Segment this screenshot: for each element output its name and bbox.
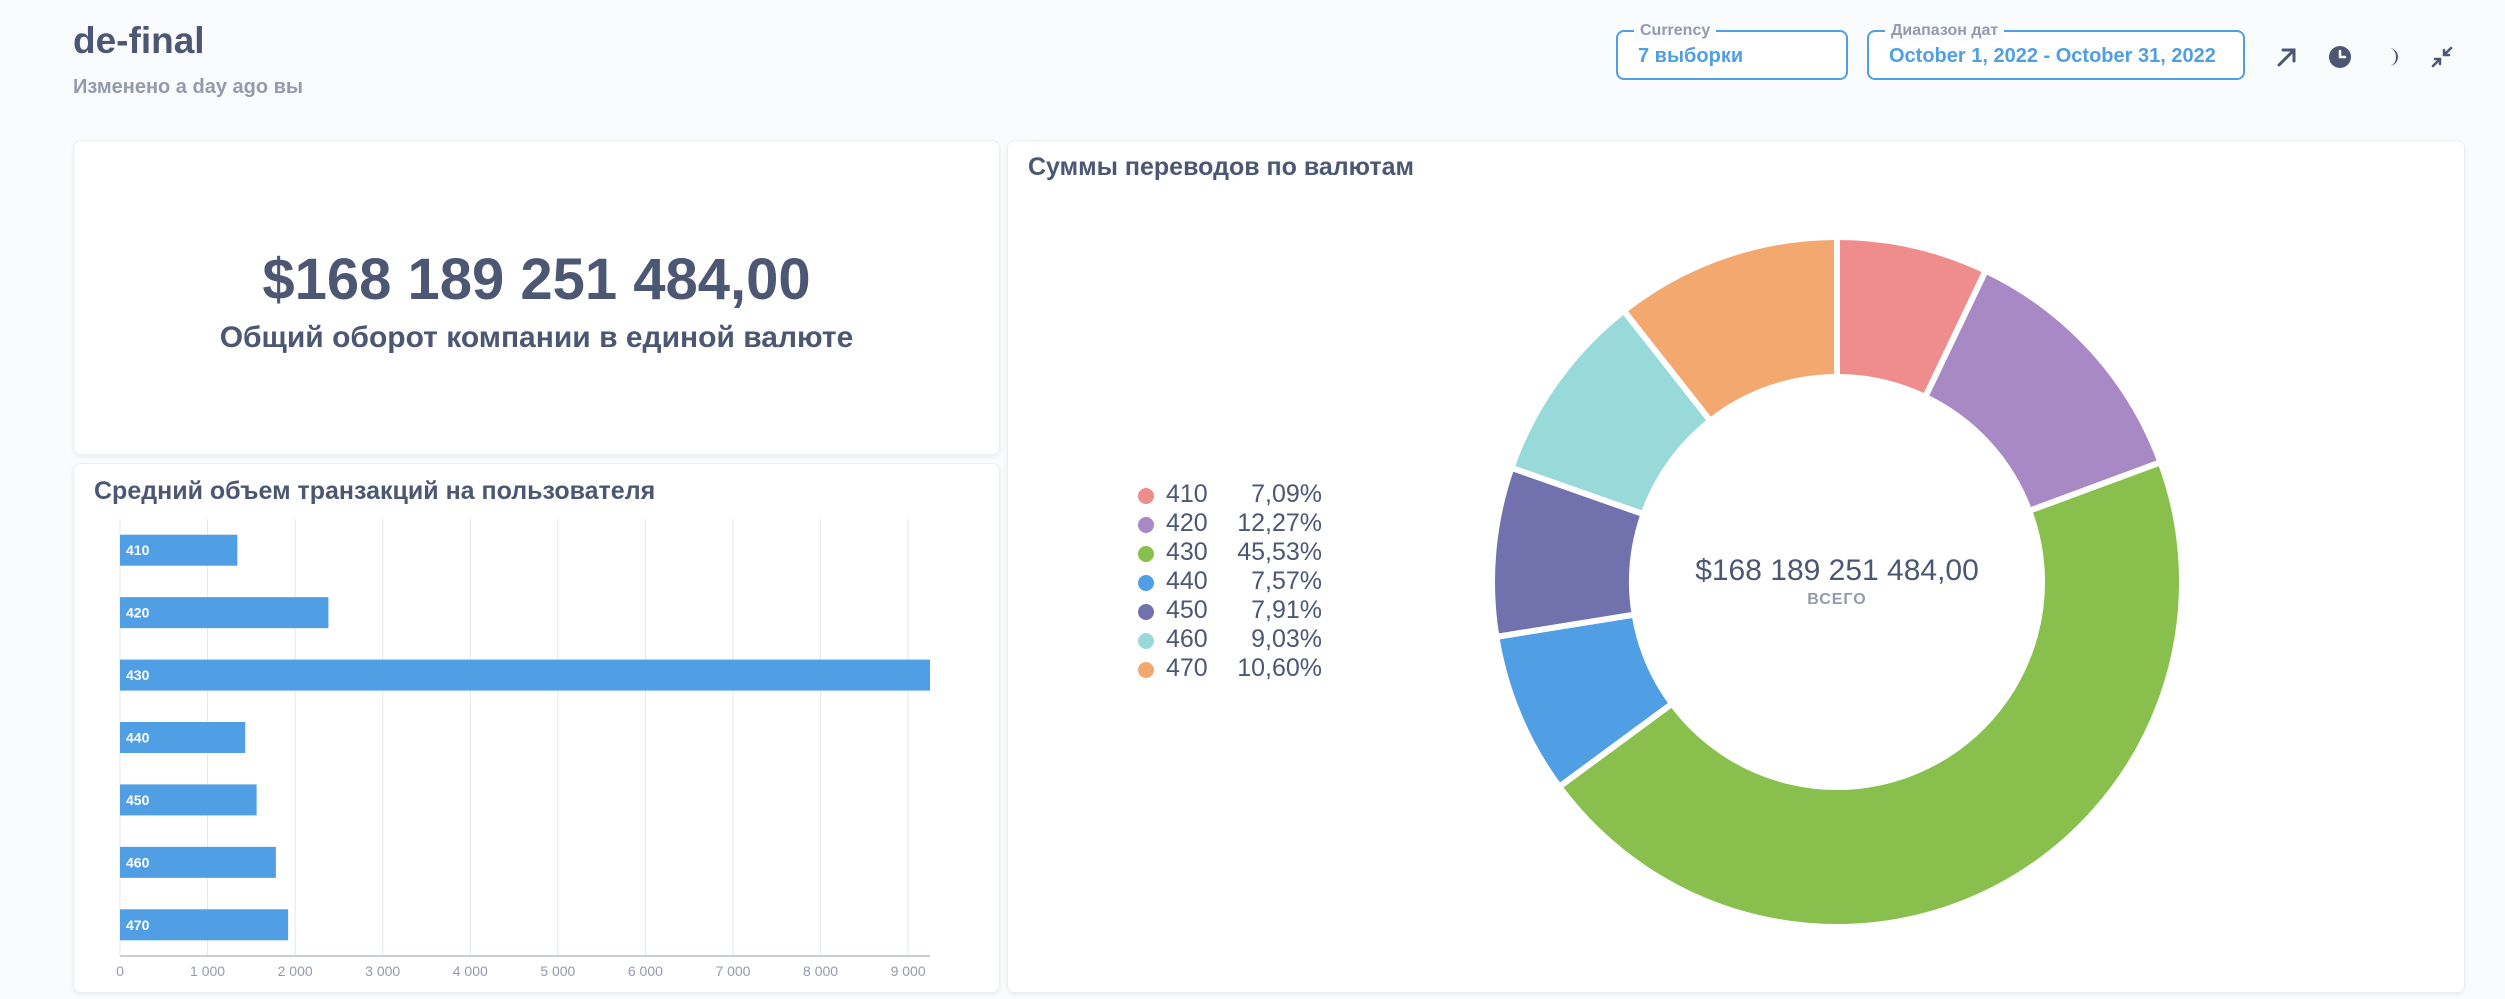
dashboard-title: de-final (73, 20, 205, 61)
currency-filter[interactable]: Currency 7 выборки (1616, 21, 1848, 80)
x-tick-label: 4 000 (453, 963, 488, 979)
total-turnover-value: $168 189 251 484,00 (262, 247, 811, 312)
bar-category-label: 430 (126, 667, 150, 683)
arrow-up-right-icon[interactable] (2272, 42, 2302, 72)
last-edited-info: Изменено a day ago вы (73, 76, 303, 98)
currency-sums-card: Суммы переводов по валютам 410 7,09% 420 12… (1007, 140, 2465, 993)
collapse-icon[interactable] (2427, 42, 2457, 72)
moon-icon[interactable] (2376, 42, 2406, 72)
bar-category-label: 470 (126, 917, 150, 933)
x-tick-label: 2 000 (278, 963, 313, 979)
donut-total-value: $168 189 251 484,00 (1695, 554, 1979, 587)
date-range-filter-label: Диапазон дат (1885, 21, 2005, 41)
bar-category-label: 420 (126, 605, 150, 621)
x-tick-label: 0 (116, 963, 124, 979)
bar-category-label: 450 (126, 792, 150, 808)
bar-category-label: 410 (126, 542, 150, 558)
x-tick-label: 5 000 (540, 963, 575, 979)
bar[interactable] (120, 659, 930, 691)
x-tick-label: 7 000 (715, 963, 750, 979)
bar-category-label: 460 (126, 854, 150, 870)
currency-filter-value[interactable]: 7 выборки (1638, 45, 1743, 68)
avg-transaction-card: Средний объем транзакций на пользователя… (73, 463, 1000, 993)
currency-filter-label: Currency (1634, 21, 1717, 41)
x-tick-label: 8 000 (803, 963, 838, 979)
date-range-filter[interactable]: Диапазон дат October 1, 2022 - October 3… (1867, 21, 2245, 80)
total-turnover-label: Общий оборот компании в единой валюте (219, 321, 854, 354)
donut-total-label: ВСЕГО (1807, 591, 1867, 608)
x-tick-label: 1 000 (190, 963, 225, 979)
x-tick-label: 6 000 (628, 963, 663, 979)
total-turnover-card: $168 189 251 484,00 Общий оборот компани… (73, 140, 1000, 455)
bar-category-label: 440 (126, 730, 150, 746)
clock-icon[interactable] (2325, 42, 2355, 72)
bar[interactable] (120, 597, 329, 629)
x-tick-label: 3 000 (365, 963, 400, 979)
date-range-filter-value[interactable]: October 1, 2022 - October 31, 2022 (1889, 45, 2216, 68)
avg-transaction-bar-chart: 0 1 000 2 000 3 000 4 000 5 000 6 000 7 000 8 00… (116, 519, 930, 979)
x-tick-label: 9 000 (891, 963, 926, 979)
